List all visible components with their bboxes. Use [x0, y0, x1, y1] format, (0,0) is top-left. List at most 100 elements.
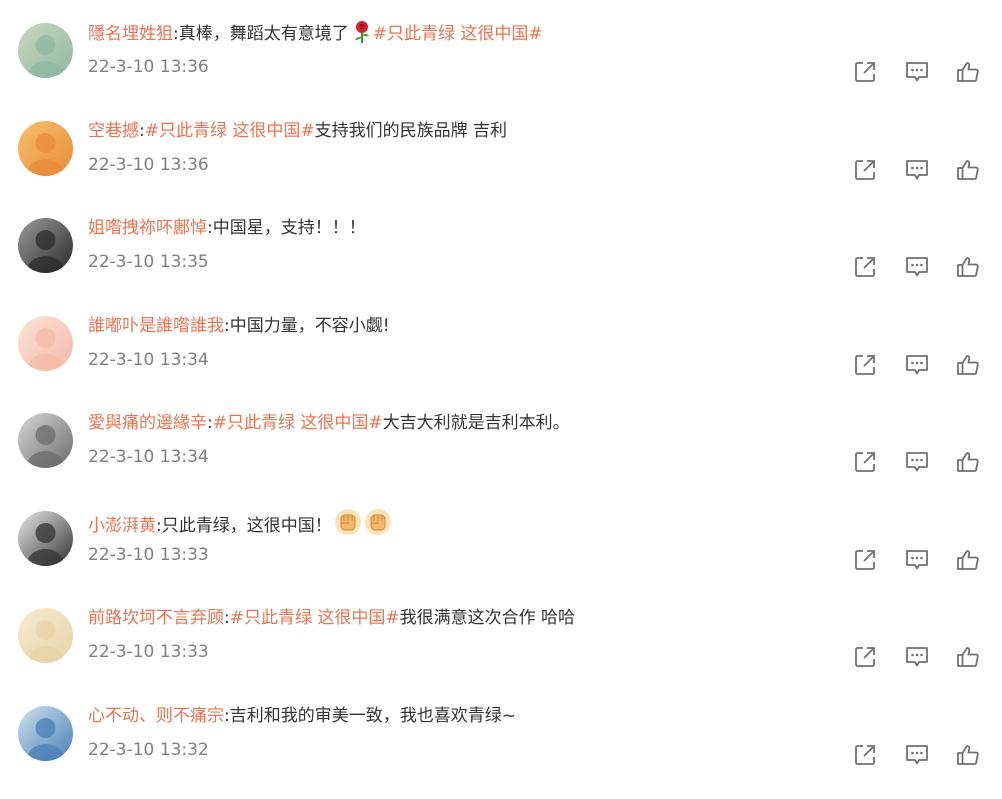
comment-icon [904, 449, 930, 475]
timestamp: 22-3-10 13:34 [88, 349, 209, 370]
avatar[interactable] [18, 413, 73, 468]
timestamp: 22-3-10 13:34 [88, 447, 209, 467]
comment-icon [904, 59, 930, 85]
comment-item: 空巷撼:#只此青绿 这很中国#支持我们的民族品牌 吉利 22-3-10 13:36 [0, 116, 1002, 214]
reply-button[interactable] [904, 157, 930, 183]
share-icon [852, 352, 878, 378]
like-button[interactable] [955, 352, 981, 378]
avatar[interactable] [18, 120, 73, 176]
share-button[interactable] [852, 157, 878, 183]
username-link[interactable]: 前路坎坷不言弃顾 [88, 608, 224, 628]
timestamp: 22-3-10 13:35 [88, 252, 209, 272]
share-button[interactable] [852, 644, 878, 670]
username-link[interactable]: 隱名埋姓狙 [88, 24, 173, 44]
share-icon [852, 59, 878, 85]
timestamp: 22-3-10 13:36 [88, 57, 209, 77]
comment-icon [904, 157, 930, 183]
comment-actions [852, 157, 982, 183]
avatar[interactable] [18, 218, 73, 273]
share-button[interactable] [852, 547, 878, 573]
comment-body: :中国力量，不容小觑! [224, 315, 390, 336]
share-icon [852, 547, 878, 573]
topic-link[interactable]: #只此青绿 这很中国# [213, 413, 383, 433]
comment-body: :吉利和我的审美一致，我也喜欢青绿~ [224, 705, 516, 726]
comment-item: 姐喒拽祢吥鄌悼:中国星，支持！！！ 22-3-10 13:35 [0, 213, 1002, 311]
thumbs-up-icon [955, 157, 981, 183]
fist-icon [334, 508, 362, 544]
comment-body: :真棒，舞蹈太有意境了 [173, 24, 349, 44]
username-link[interactable]: 愛與痛的邊緣辛 [88, 413, 207, 433]
like-button[interactable] [955, 644, 981, 670]
comment-item: 前路坎坷不言弃顾:#只此青绿 这很中国#我很满意这次合作 哈哈 22-3-10 1… [0, 603, 1002, 701]
avatar[interactable] [18, 705, 73, 761]
comment-icon [904, 352, 930, 378]
comment-item: 愛與痛的邊緣辛:#只此青绿 这很中国#大吉大利就是吉利本利。 22-3-10 13… [0, 408, 1002, 506]
like-button[interactable] [955, 59, 981, 85]
avatar[interactable] [18, 510, 73, 566]
comment-actions [852, 547, 982, 573]
comment-text: 誰嘟卟是誰喒誰我:中国力量，不容小觑! [88, 313, 390, 339]
thumbs-up-icon [955, 644, 981, 670]
share-icon [852, 644, 878, 670]
thumbs-up-icon [955, 59, 981, 85]
thumbs-up-icon [955, 547, 981, 573]
reply-button[interactable] [904, 644, 930, 670]
reply-button[interactable] [904, 254, 930, 280]
thumbs-up-icon [955, 254, 981, 280]
username-link[interactable]: 心不动、则不痛宗 [88, 706, 224, 726]
like-button[interactable] [955, 742, 981, 768]
like-button[interactable] [955, 254, 981, 280]
timestamp: 22-3-10 13:32 [88, 739, 209, 760]
comment-text: 心不动、则不痛宗:吉利和我的审美一致，我也喜欢青绿~ [88, 703, 516, 729]
topic-link[interactable]: #只此青绿 这很中国# [230, 608, 400, 628]
fist-icon [364, 508, 392, 544]
avatar[interactable] [18, 23, 73, 78]
comment-actions [852, 742, 982, 768]
share-button[interactable] [852, 254, 878, 280]
thumbs-up-icon [955, 742, 981, 768]
comment-icon [904, 254, 930, 280]
comment-text: 前路坎坷不言弃顾:#只此青绿 这很中国#我很满意这次合作 哈哈 [88, 605, 575, 631]
comment-actions [852, 644, 982, 670]
like-button[interactable] [955, 157, 981, 183]
username-link[interactable]: 誰嘟卟是誰喒誰我 [88, 316, 224, 336]
username-link[interactable]: 小澎湃黄 [88, 516, 156, 536]
like-button[interactable] [955, 547, 981, 573]
thumbs-up-icon [955, 352, 981, 378]
comment-actions [852, 352, 982, 378]
reply-button[interactable] [904, 547, 930, 573]
reply-button[interactable] [904, 59, 930, 85]
username-link[interactable]: 空巷撼 [88, 121, 139, 141]
comment-actions [852, 59, 982, 85]
avatar[interactable] [18, 315, 73, 371]
comment-body: :只此青绿，这很中国！ [156, 515, 332, 536]
share-icon [852, 157, 878, 183]
reply-button[interactable] [904, 449, 930, 475]
timestamp: 22-3-10 13:36 [88, 154, 209, 175]
share-button[interactable] [852, 352, 878, 378]
reply-button[interactable] [904, 352, 930, 378]
share-button[interactable] [852, 742, 878, 768]
thumbs-up-icon [955, 449, 981, 475]
topic-link[interactable]: #只此青绿 这很中国# [145, 121, 315, 141]
username-link[interactable]: 姐喒拽祢吥鄌悼 [88, 218, 207, 238]
reply-button[interactable] [904, 742, 930, 768]
comment-body: 我很满意这次合作 哈哈 [399, 608, 576, 628]
comment-item: 小澎湃黄:只此青绿，这很中国！ 22-3-10 13:33 [0, 506, 1002, 604]
comment-text: 姐喒拽祢吥鄌悼:中国星，支持！！！ [88, 215, 366, 241]
comment-actions [852, 449, 982, 475]
share-button[interactable] [852, 59, 878, 85]
comment-text: 空巷撼:#只此青绿 这很中国#支持我们的民族品牌 吉利 [88, 118, 507, 144]
timestamp: 22-3-10 13:33 [88, 544, 209, 565]
topic-link[interactable]: #只此青绿 这很中国# [373, 24, 543, 44]
share-button[interactable] [852, 449, 878, 475]
rose-icon [351, 20, 373, 52]
comment-item: 誰嘟卟是誰喒誰我:中国力量，不容小觑! 22-3-10 13:34 [0, 311, 1002, 409]
share-icon [852, 742, 878, 768]
avatar[interactable] [18, 608, 73, 663]
comment-icon [904, 547, 930, 573]
timestamp: 22-3-10 13:33 [88, 642, 209, 662]
like-button[interactable] [955, 449, 981, 475]
comment-body: 大吉大利就是吉利本利。 [382, 413, 570, 433]
comment-actions [852, 254, 982, 280]
